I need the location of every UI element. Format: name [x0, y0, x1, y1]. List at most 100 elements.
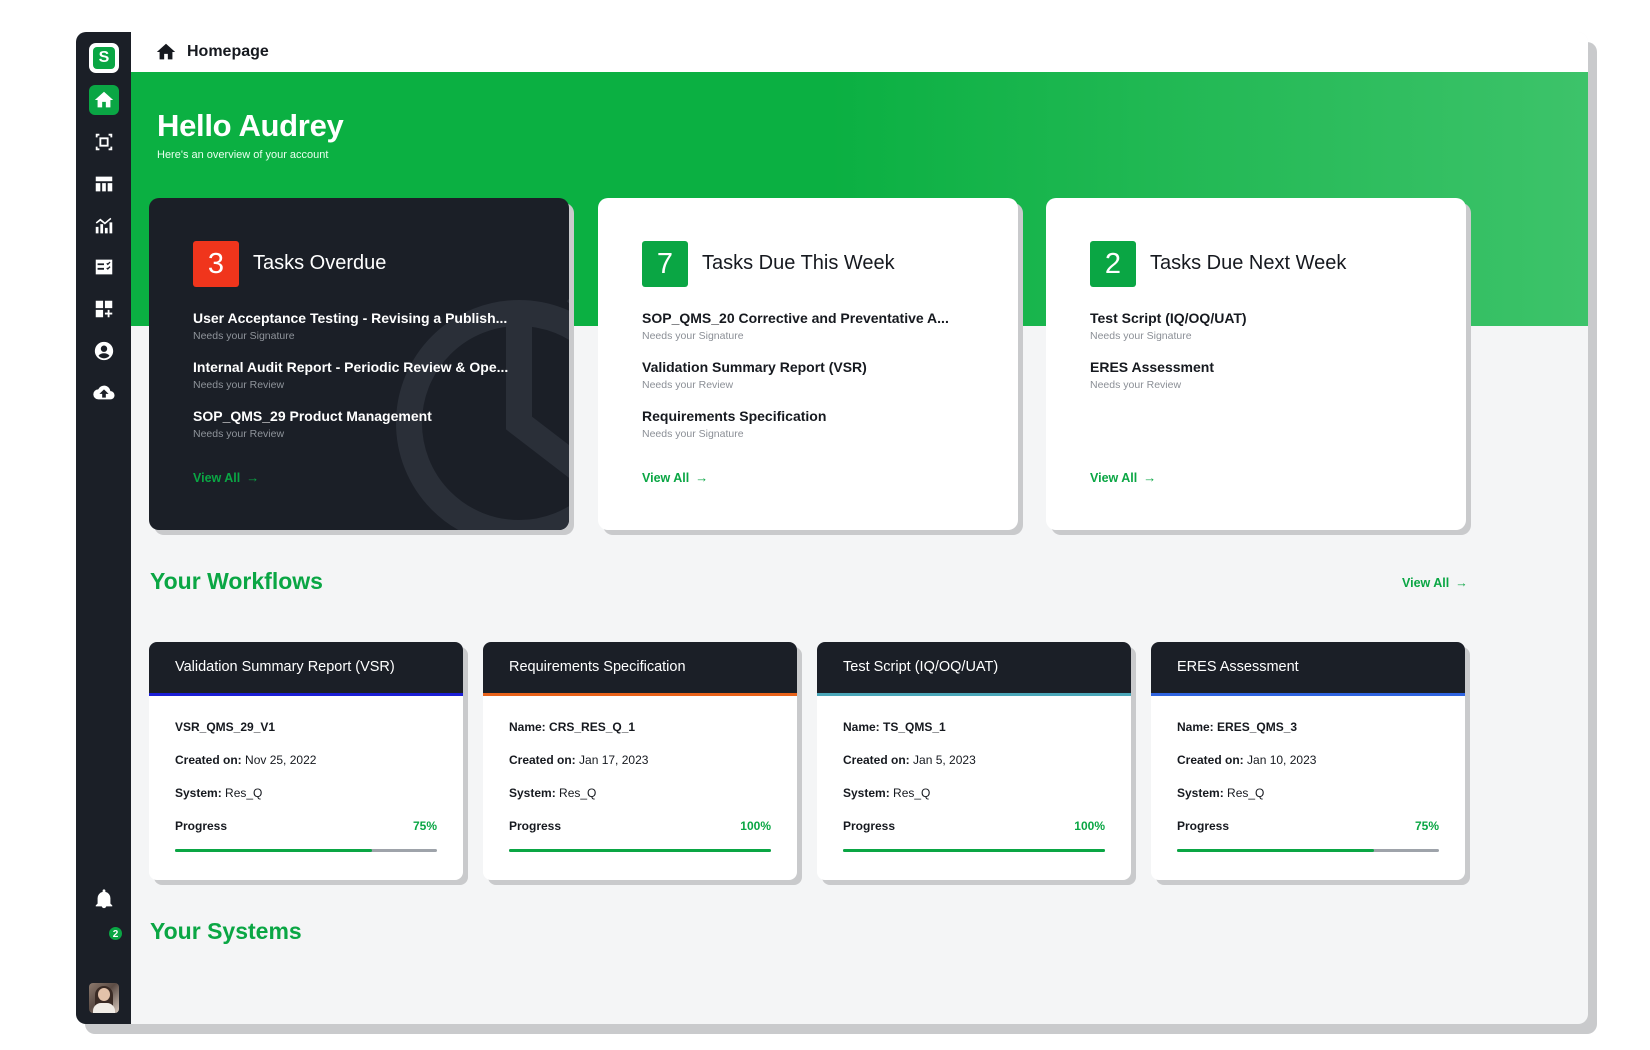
progress-label: Progress	[843, 819, 896, 833]
sidebar-item-cloud-upload[interactable]	[89, 378, 119, 408]
workflow-name: VSR_QMS_29_V1	[175, 720, 276, 734]
system-label: System:	[1177, 786, 1224, 800]
home-icon	[94, 91, 114, 108]
cloud-upload-icon	[93, 385, 115, 400]
workflow-created-row: Created on: Jan 10, 2023	[1177, 753, 1439, 786]
notifications-button[interactable]	[89, 884, 119, 914]
progress-fill	[1177, 849, 1374, 852]
task-name: Internal Audit Report - Periodic Review …	[193, 359, 509, 375]
workflows-view-all-link[interactable]: View All →	[1402, 576, 1468, 590]
workflow-card[interactable]: Test Script (IQ/OQ/UAT) Name: TS_QMS_1 C…	[817, 642, 1131, 880]
task-item[interactable]: User Acceptance Testing - Revising a Pub…	[193, 310, 533, 359]
workflow-system-row: System: Res_Q	[175, 786, 437, 819]
created-date: Jan 10, 2023	[1247, 753, 1317, 767]
sidebar-item-scan[interactable]	[89, 127, 119, 157]
home-icon[interactable]	[155, 41, 177, 63]
user-avatar[interactable]	[89, 983, 119, 1013]
workflow-details: Name: TS_QMS_1 Created on: Jan 5, 2023 S…	[817, 696, 1131, 852]
task-item[interactable]: Validation Summary Report (VSR) Needs yo…	[642, 359, 982, 408]
breadcrumb: Homepage	[131, 32, 1588, 72]
workflow-name: ERES_QMS_3	[1217, 720, 1298, 734]
card-title: Tasks Overdue	[253, 252, 387, 274]
task-item[interactable]: SOP_QMS_20 Corrective and Preventative A…	[642, 310, 982, 359]
system-label: System:	[843, 786, 890, 800]
workflow-title: Test Script (IQ/OQ/UAT)	[817, 642, 1131, 696]
task-status: Needs your Review	[193, 379, 285, 391]
progress-fill	[509, 849, 771, 852]
system-value: Res_Q	[559, 786, 597, 800]
workflow-card[interactable]: ERES Assessment Name: ERES_QMS_3 Created…	[1151, 642, 1465, 880]
task-item[interactable]: SOP_QMS_29 Product Management Needs your…	[193, 408, 533, 457]
workflow-details: Name: CRS_RES_Q_1 Created on: Jan 17, 20…	[483, 696, 797, 852]
sidebar-item-table[interactable]	[89, 169, 119, 199]
created-label: Created on:	[509, 753, 576, 767]
workflow-card[interactable]: Validation Summary Report (VSR) VSR_QMS_…	[149, 642, 463, 880]
view-all-label: View All	[193, 470, 241, 485]
task-list: Test Script (IQ/OQ/UAT) Needs your Signa…	[1090, 310, 1430, 408]
workflow-name-row: Name: CRS_RES_Q_1	[509, 720, 771, 753]
sidebar-item-checklist[interactable]	[89, 252, 119, 282]
workflow-progress-row: Progress 100%	[843, 819, 1105, 833]
system-value: Res_Q	[225, 786, 263, 800]
workflow-card[interactable]: Requirements Specification Name: CRS_RES…	[483, 642, 797, 880]
sidebar-item-account[interactable]	[89, 336, 119, 366]
arrow-right-icon: →	[1455, 576, 1468, 590]
task-item[interactable]: ERES Assessment Needs your Review	[1090, 359, 1430, 408]
view-all-link[interactable]: View All →	[193, 470, 259, 485]
view-all-label: View All	[1402, 576, 1450, 590]
view-all-label: View All	[642, 470, 690, 485]
arrow-right-icon: →	[1143, 470, 1157, 485]
greeting: Hello Audrey	[157, 108, 344, 143]
name-label: Name:	[1177, 720, 1214, 734]
workflow-details: Name: ERES_QMS_3 Created on: Jan 10, 202…	[1151, 696, 1465, 852]
sidebar-item-home[interactable]	[89, 85, 119, 115]
created-label: Created on:	[175, 753, 242, 767]
created-label: Created on:	[843, 753, 910, 767]
workflow-name: CRS_RES_Q_1	[549, 720, 636, 734]
sidebar-item-dashboard-add[interactable]	[89, 294, 119, 324]
workflow-created-row: Created on: Jan 5, 2023	[843, 753, 1105, 786]
name-label: Name:	[509, 720, 546, 734]
created-label: Created on:	[1177, 753, 1244, 767]
task-item[interactable]: Requirements Specification Needs your Si…	[642, 408, 982, 457]
task-item[interactable]: Internal Audit Report - Periodic Review …	[193, 359, 533, 408]
scan-icon	[95, 133, 113, 151]
table-icon	[95, 176, 113, 192]
task-name: Test Script (IQ/OQ/UAT)	[1090, 310, 1247, 326]
task-name: SOP_QMS_20 Corrective and Preventative A…	[642, 310, 949, 326]
view-all-link[interactable]: View All →	[642, 470, 708, 485]
progress-percent: 75%	[412, 819, 437, 833]
task-status: Needs your Signature	[642, 428, 744, 440]
workflow-progress-row: Progress 100%	[509, 819, 771, 833]
workflow-name-row: Name: TS_QMS_1	[843, 720, 1105, 753]
workflow-system-row: System: Res_Q	[1177, 786, 1439, 819]
task-status: Needs your Signature	[193, 330, 295, 342]
sidebar: S 2	[76, 32, 131, 1024]
tasks-due-this-week-card: 7 Tasks Due This Week SOP_QMS_20 Correct…	[598, 198, 1018, 530]
system-value: Res_Q	[893, 786, 931, 800]
workflow-created-row: Created on: Jan 17, 2023	[509, 753, 771, 786]
task-item[interactable]: Test Script (IQ/OQ/UAT) Needs your Signa…	[1090, 310, 1430, 359]
arrow-right-icon: →	[695, 470, 709, 485]
bell-icon	[95, 889, 113, 909]
view-all-link[interactable]: View All →	[1090, 470, 1156, 485]
workflow-title: Validation Summary Report (VSR)	[149, 642, 463, 696]
task-name: ERES Assessment	[1090, 359, 1214, 375]
task-status: Needs your Review	[193, 428, 285, 440]
progress-percent: 100%	[1074, 819, 1105, 833]
task-list: User Acceptance Testing - Revising a Pub…	[193, 310, 533, 457]
progress-label: Progress	[1177, 819, 1230, 833]
app-logo[interactable]: S	[89, 43, 119, 73]
progress-percent: 100%	[740, 819, 771, 833]
systems-heading: Your Systems	[150, 918, 302, 944]
card-title: Tasks Due Next Week	[1150, 252, 1347, 274]
progress-label: Progress	[509, 819, 562, 833]
card-title: Tasks Due This Week	[702, 252, 895, 274]
progress-bar	[1177, 849, 1439, 852]
analytics-icon	[95, 217, 113, 234]
checklist-icon	[95, 259, 113, 275]
sidebar-item-analytics[interactable]	[89, 211, 119, 241]
task-name: User Acceptance Testing - Revising a Pub…	[193, 310, 508, 326]
greeting-subtitle: Here's an overview of your account	[157, 149, 329, 161]
created-date: Jan 5, 2023	[913, 753, 976, 767]
